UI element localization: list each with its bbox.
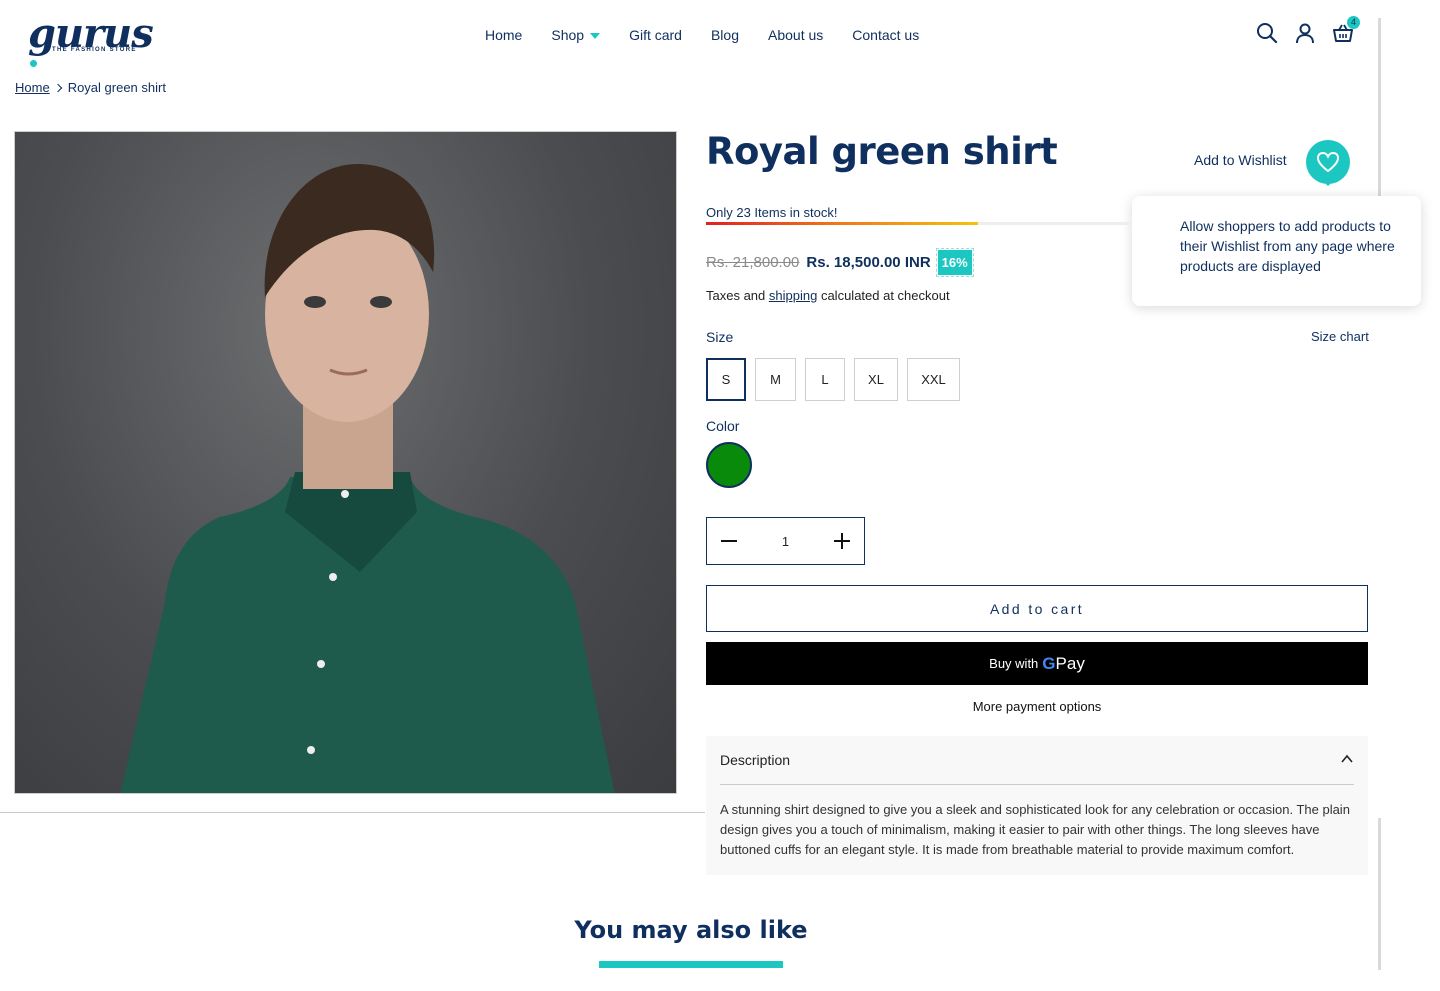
main-nav: Home Shop Gift card Blog About us Contac… <box>485 27 919 43</box>
plus-icon-vertical <box>840 533 843 549</box>
more-payment-options-link[interactable]: More payment options <box>706 699 1368 714</box>
scroll-rail-top <box>1378 18 1381 198</box>
decrease-quantity-button[interactable] <box>721 533 737 549</box>
add-to-wishlist-label[interactable]: Add to Wishlist <box>1194 152 1287 168</box>
quantity-value[interactable]: 1 <box>782 534 789 549</box>
description-accordion: Description A stunning shirt designed to… <box>706 736 1368 875</box>
nav-blog[interactable]: Blog <box>711 27 739 43</box>
minus-icon <box>721 540 737 542</box>
taxes-prefix: Taxes and <box>706 288 766 303</box>
breadcrumb-home-link[interactable]: Home <box>15 80 50 95</box>
description-divider <box>720 784 1354 785</box>
logo-tagline: THE FASHION STORE <box>52 47 137 53</box>
nav-gift-card[interactable]: Gift card <box>629 27 682 43</box>
nav-home[interactable]: Home <box>485 27 522 43</box>
description-heading[interactable]: Description <box>720 752 790 768</box>
price-row: Rs. 21,800.00 Rs. 18,500.00 INR 16% <box>706 248 974 277</box>
caret-down-icon <box>590 33 601 40</box>
stock-progress-fill <box>706 222 978 225</box>
nav-shop[interactable]: Shop <box>551 27 601 43</box>
gpay-logo: GPay <box>1042 654 1085 674</box>
product-image[interactable] <box>14 131 677 794</box>
size-option-m[interactable]: M <box>755 358 796 401</box>
nav-about-us[interactable]: About us <box>768 27 823 43</box>
color-swatch-green[interactable] <box>706 442 752 488</box>
size-option-xl[interactable]: XL <box>854 358 898 401</box>
store-logo[interactable]: gurus THE FASHION STORE <box>28 14 158 67</box>
nav-contact-us[interactable]: Contact us <box>852 27 919 43</box>
compare-price: Rs. 21,800.00 <box>706 254 800 271</box>
taxes-note: Taxes and shipping calculated at checkou… <box>706 288 950 303</box>
wishlist-button[interactable] <box>1306 140 1350 186</box>
section-divider <box>0 812 705 813</box>
related-products-heading: You may also like <box>574 916 808 944</box>
cart-count-badge: 4 <box>1347 16 1360 29</box>
stock-text: Only 23 Items in stock! <box>706 205 838 220</box>
shipping-link[interactable]: shipping <box>769 288 817 303</box>
heading-underline <box>599 961 783 968</box>
breadcrumb: Home Royal green shirt <box>15 80 166 95</box>
gpay-text: Pay <box>1055 653 1085 673</box>
nav-shop-label: Shop <box>551 27 585 43</box>
scroll-rail-bottom <box>1378 818 1381 970</box>
search-icon[interactable] <box>1256 22 1278 44</box>
quantity-stepper: 1 <box>706 517 865 565</box>
sale-price: Rs. 18,500.00 INR <box>806 254 931 271</box>
buy-with-label: Buy with <box>989 656 1039 671</box>
wishlist-tooltip: Allow shoppers to add products to their … <box>1132 196 1421 306</box>
size-option-xxl[interactable]: XXL <box>907 358 960 401</box>
header-icons: 4 <box>1256 16 1360 44</box>
size-options: S M L XL XXL <box>706 358 960 401</box>
size-chart-link[interactable]: Size chart <box>1311 329 1369 344</box>
heart-icon <box>1316 151 1340 173</box>
logo-dot <box>30 60 37 67</box>
description-body: A stunning shirt designed to give you a … <box>720 802 1350 857</box>
account-icon[interactable] <box>1294 22 1316 44</box>
product-title: Royal green shirt <box>706 130 1058 173</box>
tooltip-text: Allow shoppers to add products to their … <box>1180 218 1395 274</box>
chevron-up-icon[interactable] <box>1340 752 1354 766</box>
chevron-right-icon <box>53 83 62 93</box>
increase-quantity-button[interactable] <box>833 533 850 549</box>
size-option-s[interactable]: S <box>706 358 746 401</box>
size-option-l[interactable]: L <box>805 358 845 401</box>
discount-badge: 16% <box>935 248 974 277</box>
size-label: Size <box>706 329 734 345</box>
color-label: Color <box>706 418 740 434</box>
google-g-icon: G <box>1042 653 1056 673</box>
stock-progress-bar <box>706 222 1131 225</box>
taxes-suffix: calculated at checkout <box>820 288 950 303</box>
breadcrumb-current: Royal green shirt <box>67 80 166 95</box>
add-to-cart-button[interactable]: Add to cart <box>706 585 1368 632</box>
cart-icon[interactable]: 4 <box>1332 16 1360 44</box>
buy-with-gpay-button[interactable]: Buy with GPay <box>706 642 1368 685</box>
